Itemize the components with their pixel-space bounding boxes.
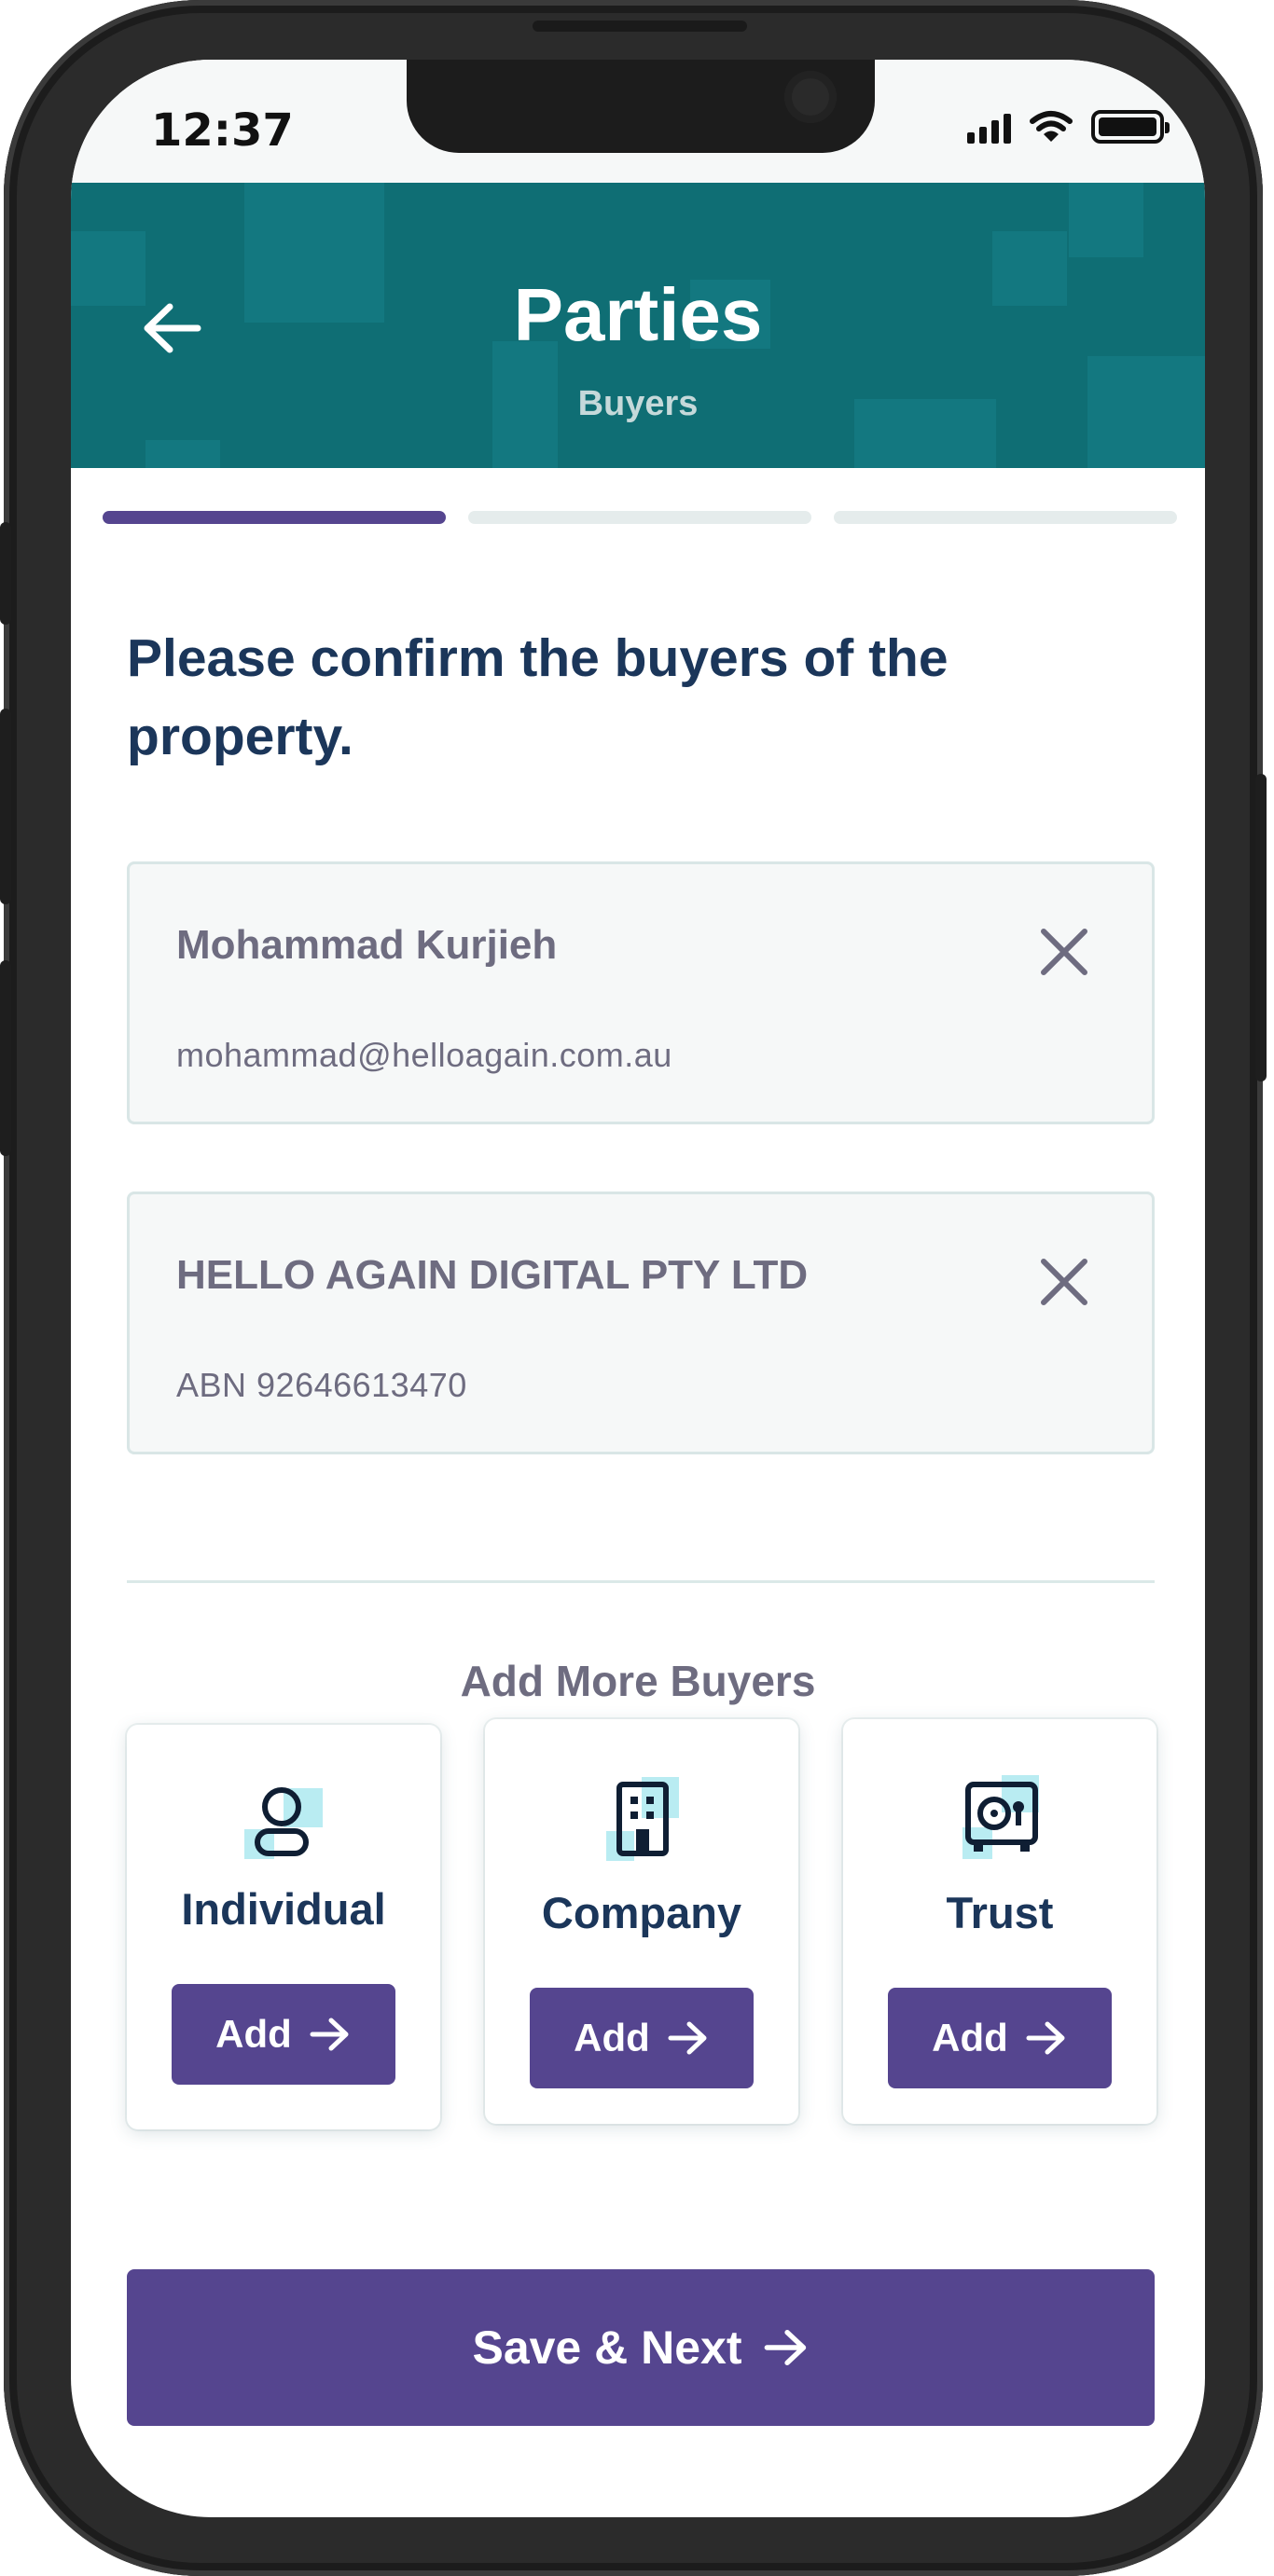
app-screen: 12:37 Parties Buyers Please confirm the …	[71, 60, 1205, 2517]
arrow-right-icon	[668, 2021, 707, 2055]
person-icon	[244, 1787, 323, 1859]
safe-icon	[962, 1775, 1039, 1859]
status-time: 12:37	[151, 104, 294, 157]
buyer-card: HELLO AGAIN DIGITAL PTY LTD ABN 92646613…	[127, 1192, 1155, 1454]
arrow-right-icon	[310, 2018, 349, 2051]
progress-step-3	[834, 511, 1177, 524]
close-icon	[1041, 1259, 1087, 1305]
question-heading: Please confirm the buyers of the propert…	[127, 628, 949, 766]
add-trust-label: Add	[932, 2016, 1008, 2059]
notch	[407, 60, 875, 153]
battery-icon	[1091, 110, 1170, 144]
phone-frame: 12:37 Parties Buyers Please confirm the …	[0, 0, 1267, 2576]
save-next-button[interactable]: Save & Next	[127, 2269, 1155, 2426]
buyer-name: Mohammad Kurjieh	[176, 922, 558, 968]
status-bar: 12:37	[71, 60, 1205, 183]
power-button	[1255, 774, 1267, 1081]
company-label: Company	[541, 1888, 742, 1937]
wifi-icon	[1030, 111, 1073, 142]
speaker-grille	[533, 21, 747, 32]
step-progress	[103, 511, 1177, 524]
building-icon	[606, 1777, 679, 1861]
trust-card: Trust Add	[843, 1719, 1156, 2124]
mute-switch	[0, 522, 11, 625]
buyer-card: Mohammad Kurjieh mohammad@helloagain.com…	[127, 861, 1155, 1124]
page-subtitle: Buyers	[577, 384, 699, 423]
page-title: Parties	[513, 273, 763, 356]
close-icon	[1041, 929, 1087, 975]
remove-buyer-button[interactable]	[1034, 1252, 1094, 1312]
add-company-button[interactable]: Add	[530, 1988, 754, 2088]
add-individual-label: Add	[215, 2012, 292, 2056]
individual-card: Individual Add	[127, 1725, 440, 2129]
page-header: Parties Buyers	[71, 183, 1205, 468]
front-camera	[784, 71, 837, 123]
header-pattern-tile	[145, 440, 220, 468]
progress-step-2	[468, 511, 811, 524]
status-icons	[967, 110, 1170, 144]
buyer-abn: ABN 92646613470	[176, 1366, 467, 1404]
save-next-label: Save & Next	[472, 2321, 742, 2374]
section-divider	[127, 1580, 1155, 1583]
volume-down-button	[0, 960, 11, 1156]
add-trust-button[interactable]: Add	[888, 1988, 1112, 2088]
remove-buyer-button[interactable]	[1034, 922, 1094, 982]
add-company-label: Add	[574, 2016, 650, 2059]
cellular-signal-icon	[967, 114, 1011, 144]
company-card: Company Add	[485, 1719, 798, 2124]
header-pattern-tile	[1069, 183, 1143, 257]
arrow-right-icon	[1026, 2021, 1065, 2055]
progress-step-1	[103, 511, 446, 524]
buyer-email: mohammad@helloagain.com.au	[176, 1036, 672, 1074]
buyer-name: HELLO AGAIN DIGITAL PTY LTD	[176, 1252, 809, 1298]
add-individual-button[interactable]: Add	[172, 1984, 395, 2085]
individual-label: Individual	[181, 1884, 386, 1934]
volume-up-button	[0, 709, 11, 904]
trust-label: Trust	[946, 1888, 1054, 1937]
add-more-heading: Add More Buyers	[460, 1657, 816, 1705]
arrow-right-icon	[764, 2329, 806, 2366]
